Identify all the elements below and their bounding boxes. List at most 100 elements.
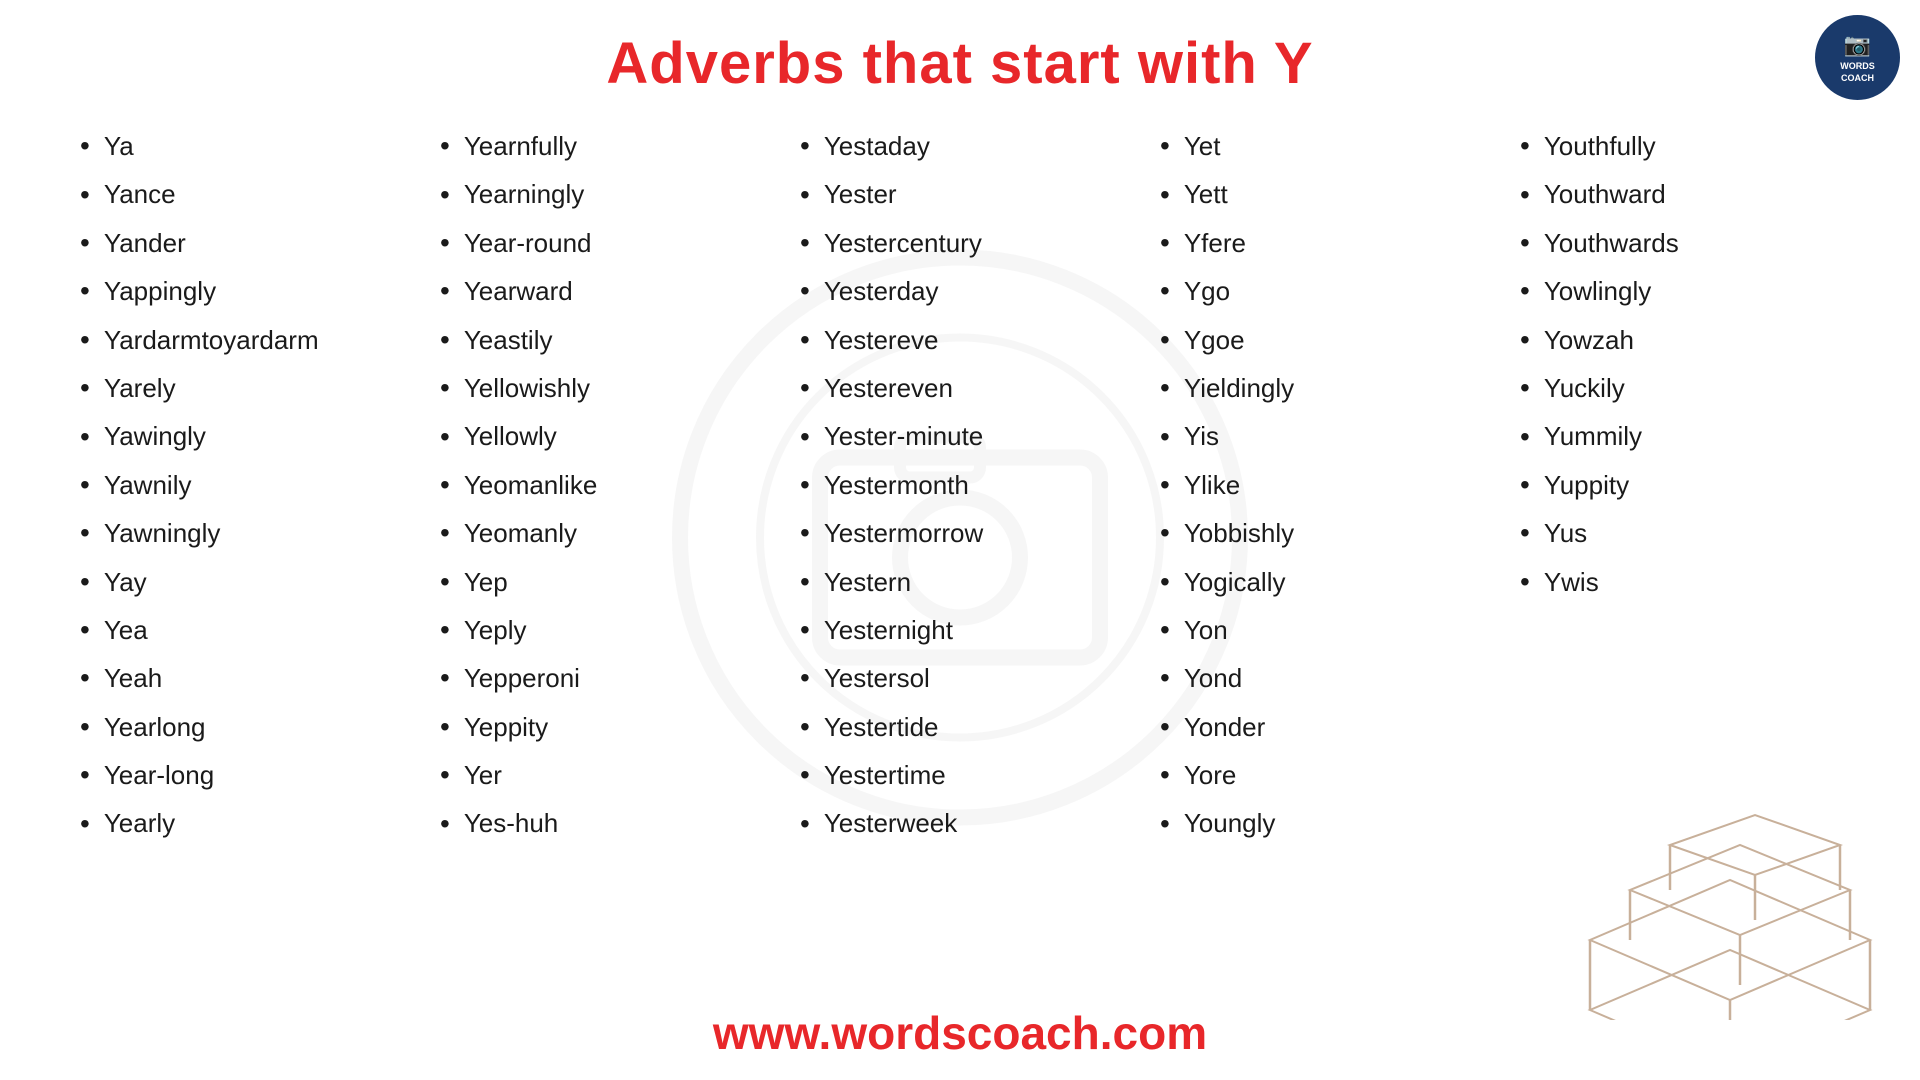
list-item: •Yappingly (80, 267, 400, 315)
bullet-icon: • (80, 519, 90, 547)
bullet-icon: • (440, 229, 450, 257)
word-text: Yummily (1544, 418, 1642, 454)
list-item: •Yett (1160, 170, 1480, 218)
word-text: Yieldingly (1184, 370, 1294, 406)
list-item: •Yepperoni (440, 654, 760, 702)
list-item: •Ygo (1160, 267, 1480, 315)
word-text: Yfere (1184, 225, 1246, 261)
word-text: Yis (1184, 418, 1219, 454)
list-item: •Yowlingly (1520, 267, 1840, 315)
list-item: • Yardarmtoyardarm (80, 316, 400, 364)
word-text: Yeomanly (464, 515, 577, 551)
list-item: •Yeply (440, 606, 760, 654)
list-item: •Yus (1520, 509, 1840, 557)
word-text: Yellowishly (464, 370, 590, 406)
bullet-icon: • (800, 471, 810, 499)
list-item: •Year-long (80, 751, 400, 799)
bullet-icon: • (440, 810, 450, 838)
bullet-icon: • (800, 326, 810, 354)
bullet-icon: • (1520, 229, 1530, 257)
bullet-icon: • (440, 374, 450, 402)
list-item: •Yay (80, 558, 400, 606)
bullet-icon: • (1160, 471, 1170, 499)
list-item: • Yestermonth (800, 461, 1120, 509)
list-item: •Yond (1160, 654, 1480, 702)
bullet-icon: • (1160, 810, 1170, 838)
list-item: • Yuppity (1520, 461, 1840, 509)
bullet-icon: • (1160, 713, 1170, 741)
word-text: Yestereven (824, 370, 953, 406)
word-text: Ya (104, 128, 134, 164)
list-item: •Yesterweek (800, 799, 1120, 847)
logo-camera-icon: 📷 (1840, 31, 1875, 60)
word-columns: •Ya•Yance•Yander•Yappingly•Yardarmtoyard… (0, 122, 1920, 848)
list-item: •Yeah (80, 654, 400, 702)
word-text: Yeah (104, 660, 162, 696)
word-text: Yestermonth (824, 467, 969, 503)
list-item: •Yeppity (440, 703, 760, 751)
list-item: •Youthward (1520, 170, 1840, 218)
list-item: •Yogically (1160, 558, 1480, 606)
bullet-icon: • (440, 423, 450, 451)
word-text: Yesterweek (824, 805, 957, 841)
list-item: •Yowzah (1520, 316, 1840, 364)
word-text: Youthward (1544, 176, 1666, 212)
list-item: •Yarely (80, 364, 400, 412)
word-text: Yet (1184, 128, 1221, 164)
word-text: Yes-huh (464, 805, 558, 841)
word-text: Yogically (1184, 564, 1286, 600)
list-item: •Yummily (1520, 412, 1840, 460)
bullet-icon: • (1160, 229, 1170, 257)
list-item: •Ygoe (1160, 316, 1480, 364)
word-text: Year-round (464, 225, 592, 261)
word-text: Yester-minute (824, 418, 983, 454)
word-text: Yestertime (824, 757, 946, 793)
list-item: •Yestermorrow (800, 509, 1120, 557)
word-text: Youngly (1184, 805, 1276, 841)
word-text: Yester (824, 176, 897, 212)
word-text: Yeppity (464, 709, 548, 745)
bullet-icon: • (80, 326, 90, 354)
list-item: • Yearly (80, 799, 400, 847)
list-item: •Yearningly (440, 170, 760, 218)
bullet-icon: • (80, 568, 90, 596)
bullet-icon: • (800, 713, 810, 741)
list-item: •Yestereven (800, 364, 1120, 412)
word-text: Youthwards (1544, 225, 1679, 261)
logo-text: 📷 WORDS COACH (1840, 31, 1875, 85)
list-item: • Yfere (1160, 219, 1480, 267)
word-text: Ygo (1184, 273, 1230, 309)
bullet-icon: • (800, 519, 810, 547)
bullet-icon: • (1160, 616, 1170, 644)
word-text: Yander (104, 225, 186, 261)
word-text: Yardarmtoyardarm (104, 322, 319, 358)
word-text: Yonder (1184, 709, 1265, 745)
word-text: Yearly (104, 805, 175, 841)
word-text: Yuppity (1544, 467, 1629, 503)
bullet-icon: • (80, 810, 90, 838)
list-item: • Year-round (440, 219, 760, 267)
word-text: Yus (1544, 515, 1587, 551)
list-item: •Yer (440, 751, 760, 799)
list-item: • Yonder (1160, 703, 1480, 751)
word-text: Yowzah (1544, 322, 1634, 358)
word-text: Ylike (1184, 467, 1240, 503)
bullet-icon: • (440, 471, 450, 499)
bullet-icon: • (80, 423, 90, 451)
page-title: Adverbs that start with Y (0, 0, 1920, 122)
bullet-icon: • (800, 229, 810, 257)
word-text: Ywis (1544, 564, 1599, 600)
word-text: Yance (104, 176, 176, 212)
word-text: Yeastily (464, 322, 553, 358)
bullet-icon: • (1520, 132, 1530, 160)
list-item: •Yep (440, 558, 760, 606)
bullet-icon: • (1160, 423, 1170, 451)
word-text: Yer (464, 757, 502, 793)
bullet-icon: • (440, 616, 450, 644)
list-item: •Yuckily (1520, 364, 1840, 412)
word-text: Yappingly (104, 273, 216, 309)
bullet-icon: • (1520, 471, 1530, 499)
list-item: •Yieldingly (1160, 364, 1480, 412)
bullet-icon: • (440, 132, 450, 160)
word-text: Yestercentury (824, 225, 982, 261)
